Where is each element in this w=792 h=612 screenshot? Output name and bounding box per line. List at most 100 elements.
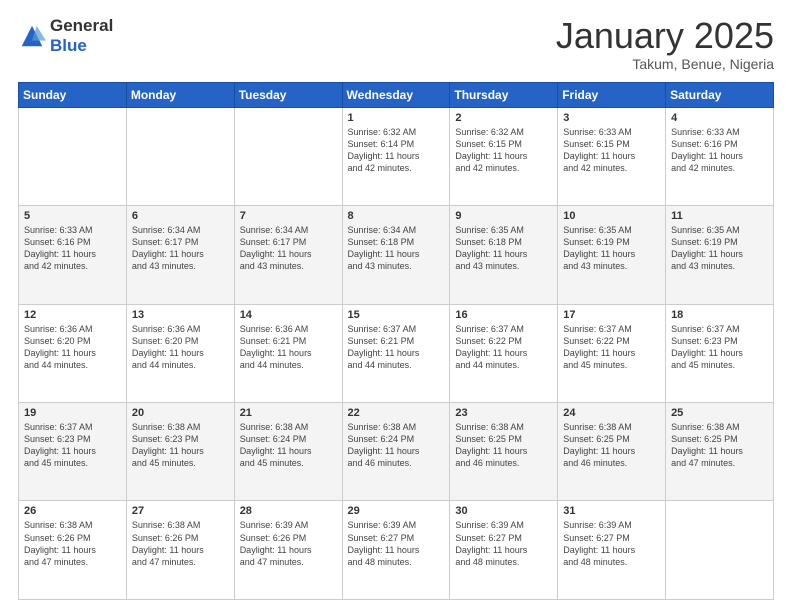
day-number: 9	[455, 210, 552, 222]
day-info: Sunrise: 6:38 AMSunset: 6:25 PMDaylight:…	[563, 421, 660, 470]
day-info: Sunrise: 6:38 AMSunset: 6:24 PMDaylight:…	[240, 421, 337, 470]
day-info: Sunrise: 6:37 AMSunset: 6:21 PMDaylight:…	[348, 323, 445, 372]
day-info: Sunrise: 6:34 AMSunset: 6:17 PMDaylight:…	[132, 224, 229, 273]
logo-icon	[18, 22, 46, 50]
day-number: 1	[348, 112, 445, 124]
day-number: 7	[240, 210, 337, 222]
day-number: 2	[455, 112, 552, 124]
calendar-cell: 23 Sunrise: 6:38 AMSunset: 6:25 PMDayligh…	[450, 403, 558, 501]
calendar-cell	[126, 107, 234, 205]
col-friday: Friday	[558, 82, 666, 107]
header: General Blue January 2025 Takum, Benue, …	[18, 16, 774, 72]
week-row-4: 19Sunrise: 6:37 AMSunset: 6:23 PMDayligh…	[19, 403, 774, 501]
day-info: Sunrise: 6:36 AMSunset: 6:20 PMDaylight:…	[132, 323, 229, 372]
day-number: 27	[132, 505, 229, 517]
day-info: Sunrise: 6:38 AMSunset: 6:23 PMDaylight:…	[132, 421, 229, 470]
calendar-cell: 3Sunrise: 6:33 AMSunset: 6:15 PMDaylight…	[558, 107, 666, 205]
day-number: 21	[240, 407, 337, 419]
day-number: 29	[348, 505, 445, 517]
day-number: 15	[348, 309, 445, 321]
calendar-cell: 1 Sunrise: 6:32 AMSunset: 6:14 PMDaylight…	[342, 107, 450, 205]
day-info: Sunrise: 6:37 AMSunset: 6:22 PMDaylight:…	[455, 323, 552, 372]
col-monday: Monday	[126, 82, 234, 107]
day-number: 4	[671, 112, 768, 124]
calendar-cell: 4 Sunrise: 6:33 AMSunset: 6:16 PMDaylight…	[666, 107, 774, 205]
calendar-cell: 28Sunrise: 6:39 AMSunset: 6:26 PMDayligh…	[234, 501, 342, 600]
month-title: January 2025	[556, 16, 774, 56]
calendar-cell: 7 Sunrise: 6:34 AMSunset: 6:17 PMDaylight…	[234, 206, 342, 304]
day-info: Sunrise: 6:39 AMSunset: 6:26 PMDaylight:…	[240, 519, 337, 568]
calendar-cell: 27 Sunrise: 6:38 AMSunset: 6:26 PMDayligh…	[126, 501, 234, 600]
day-info: Sunrise: 6:36 AMSunset: 6:20 PMDaylight:…	[24, 323, 121, 372]
header-right: January 2025 Takum, Benue, Nigeria	[556, 16, 774, 72]
calendar-cell: 6Sunrise: 6:34 AMSunset: 6:17 PMDaylight…	[126, 206, 234, 304]
day-info: Sunrise: 6:37 AMSunset: 6:23 PMDaylight:…	[671, 323, 768, 372]
day-number: 31	[563, 505, 660, 517]
day-info: Sunrise: 6:33 AMSunset: 6:16 PMDaylight:…	[24, 224, 121, 273]
day-number: 13	[132, 309, 229, 321]
calendar-cell: 10 Sunrise: 6:35 AMSunset: 6:19 PMDayligh…	[558, 206, 666, 304]
logo-text: General Blue	[50, 16, 113, 55]
col-wednesday: Wednesday	[342, 82, 450, 107]
day-number: 18	[671, 309, 768, 321]
col-sunday: Sunday	[19, 82, 127, 107]
day-info: Sunrise: 6:38 AMSunset: 6:26 PMDaylight:…	[132, 519, 229, 568]
day-number: 11	[671, 210, 768, 222]
day-number: 22	[348, 407, 445, 419]
calendar-cell: 12 Sunrise: 6:36 AMSunset: 6:20 PMDayligh…	[19, 304, 127, 402]
calendar-cell: 22 Sunrise: 6:38 AMSunset: 6:24 PMDayligh…	[342, 403, 450, 501]
calendar-cell: 11 Sunrise: 6:35 AMSunset: 6:19 PMDayligh…	[666, 206, 774, 304]
calendar-cell: 2Sunrise: 6:32 AMSunset: 6:15 PMDaylight…	[450, 107, 558, 205]
calendar-cell: 26 Sunrise: 6:38 AMSunset: 6:26 PMDayligh…	[19, 501, 127, 600]
day-number: 17	[563, 309, 660, 321]
calendar-cell: 24 Sunrise: 6:38 AMSunset: 6:25 PMDayligh…	[558, 403, 666, 501]
day-number: 26	[24, 505, 121, 517]
day-info: Sunrise: 6:37 AMSunset: 6:22 PMDaylight:…	[563, 323, 660, 372]
week-row-5: 26 Sunrise: 6:38 AMSunset: 6:26 PMDayligh…	[19, 501, 774, 600]
day-info: Sunrise: 6:38 AMSunset: 6:26 PMDaylight:…	[24, 519, 121, 568]
day-number: 16	[455, 309, 552, 321]
day-info: Sunrise: 6:39 AMSunset: 6:27 PMDaylight:…	[455, 519, 552, 568]
calendar-cell: 20 Sunrise: 6:38 AMSunset: 6:23 PMDayligh…	[126, 403, 234, 501]
calendar-cell: 8Sunrise: 6:34 AMSunset: 6:18 PMDaylight…	[342, 206, 450, 304]
location: Takum, Benue, Nigeria	[556, 56, 774, 72]
week-row-3: 12 Sunrise: 6:36 AMSunset: 6:20 PMDayligh…	[19, 304, 774, 402]
day-info: Sunrise: 6:38 AMSunset: 6:24 PMDaylight:…	[348, 421, 445, 470]
day-number: 24	[563, 407, 660, 419]
col-saturday: Saturday	[666, 82, 774, 107]
calendar-cell: 14 Sunrise: 6:36 AMSunset: 6:21 PMDayligh…	[234, 304, 342, 402]
day-info: Sunrise: 6:34 AMSunset: 6:17 PMDaylight:…	[240, 224, 337, 273]
day-info: Sunrise: 6:35 AMSunset: 6:18 PMDaylight:…	[455, 224, 552, 273]
calendar-cell: 5Sunrise: 6:33 AMSunset: 6:16 PMDaylight…	[19, 206, 127, 304]
day-number: 25	[671, 407, 768, 419]
day-number: 10	[563, 210, 660, 222]
calendar-cell: 16 Sunrise: 6:37 AMSunset: 6:22 PMDayligh…	[450, 304, 558, 402]
day-info: Sunrise: 6:35 AMSunset: 6:19 PMDaylight:…	[563, 224, 660, 273]
week-row-1: 1 Sunrise: 6:32 AMSunset: 6:14 PMDaylight…	[19, 107, 774, 205]
day-info: Sunrise: 6:33 AMSunset: 6:16 PMDaylight:…	[671, 126, 768, 175]
day-info: Sunrise: 6:35 AMSunset: 6:19 PMDaylight:…	[671, 224, 768, 273]
day-info: Sunrise: 6:36 AMSunset: 6:21 PMDaylight:…	[240, 323, 337, 372]
logo-general: General	[50, 16, 113, 36]
calendar-cell: 9 Sunrise: 6:35 AMSunset: 6:18 PMDaylight…	[450, 206, 558, 304]
col-tuesday: Tuesday	[234, 82, 342, 107]
day-number: 12	[24, 309, 121, 321]
day-info: Sunrise: 6:33 AMSunset: 6:15 PMDaylight:…	[563, 126, 660, 175]
day-number: 23	[455, 407, 552, 419]
day-number: 20	[132, 407, 229, 419]
day-info: Sunrise: 6:38 AMSunset: 6:25 PMDaylight:…	[455, 421, 552, 470]
page: General Blue January 2025 Takum, Benue, …	[0, 0, 792, 612]
day-number: 19	[24, 407, 121, 419]
calendar-cell: 30Sunrise: 6:39 AMSunset: 6:27 PMDayligh…	[450, 501, 558, 600]
day-info: Sunrise: 6:39 AMSunset: 6:27 PMDaylight:…	[348, 519, 445, 568]
calendar-cell: 18 Sunrise: 6:37 AMSunset: 6:23 PMDayligh…	[666, 304, 774, 402]
day-info: Sunrise: 6:38 AMSunset: 6:25 PMDaylight:…	[671, 421, 768, 470]
calendar-cell: 29 Sunrise: 6:39 AMSunset: 6:27 PMDayligh…	[342, 501, 450, 600]
calendar-cell: 15 Sunrise: 6:37 AMSunset: 6:21 PMDayligh…	[342, 304, 450, 402]
calendar-cell: 13 Sunrise: 6:36 AMSunset: 6:20 PMDayligh…	[126, 304, 234, 402]
calendar-cell: 25 Sunrise: 6:38 AMSunset: 6:25 PMDayligh…	[666, 403, 774, 501]
logo: General Blue	[18, 16, 113, 55]
calendar-cell: 17 Sunrise: 6:37 AMSunset: 6:22 PMDayligh…	[558, 304, 666, 402]
day-info: Sunrise: 6:32 AMSunset: 6:14 PMDaylight:…	[348, 126, 445, 175]
day-number: 14	[240, 309, 337, 321]
